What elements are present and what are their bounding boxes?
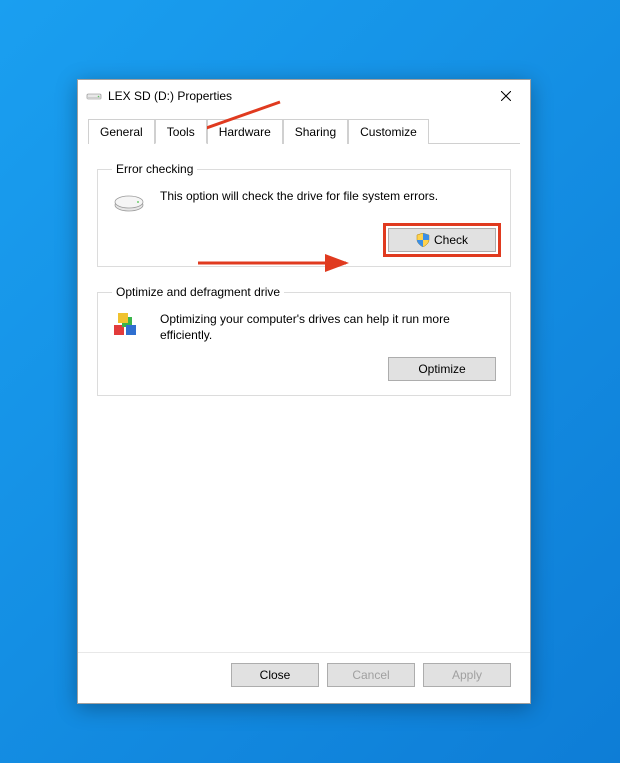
drive-check-icon bbox=[112, 188, 146, 214]
shield-icon bbox=[416, 233, 430, 247]
group-optimize-legend: Optimize and defragment drive bbox=[112, 285, 284, 299]
tab-customize[interactable]: Customize bbox=[348, 119, 429, 144]
titlebar: LEX SD (D:) Properties bbox=[78, 80, 530, 112]
optimize-text: Optimizing your computer's drives can he… bbox=[160, 311, 496, 343]
window-title: LEX SD (D:) Properties bbox=[108, 89, 483, 103]
drive-icon bbox=[86, 88, 102, 104]
group-error-checking-legend: Error checking bbox=[112, 162, 197, 176]
check-button[interactable]: Check bbox=[388, 228, 496, 252]
tab-sharing[interactable]: Sharing bbox=[283, 119, 348, 144]
dialog-buttons: Close Cancel Apply bbox=[78, 652, 530, 703]
tab-hardware[interactable]: Hardware bbox=[207, 119, 283, 144]
tab-tools[interactable]: Tools bbox=[155, 119, 207, 144]
error-checking-text: This option will check the drive for fil… bbox=[160, 188, 496, 204]
cancel-button[interactable]: Cancel bbox=[327, 663, 415, 687]
window-close-button[interactable] bbox=[483, 81, 528, 111]
close-button[interactable]: Close bbox=[231, 663, 319, 687]
tab-strip: General Tools Hardware Sharing Customize bbox=[88, 118, 520, 144]
optimize-button-label: Optimize bbox=[418, 362, 465, 376]
defrag-icon bbox=[112, 311, 146, 337]
tab-content: Error checking This option will check th… bbox=[78, 144, 530, 652]
properties-dialog: LEX SD (D:) Properties General Tools Har… bbox=[77, 79, 531, 704]
check-button-label: Check bbox=[434, 233, 468, 247]
apply-button[interactable]: Apply bbox=[423, 663, 511, 687]
close-icon bbox=[501, 91, 511, 101]
tab-general[interactable]: General bbox=[88, 119, 155, 144]
group-error-checking: Error checking This option will check th… bbox=[97, 162, 511, 267]
optimize-button[interactable]: Optimize bbox=[388, 357, 496, 381]
group-optimize: Optimize and defragment drive Optimizing… bbox=[97, 285, 511, 396]
